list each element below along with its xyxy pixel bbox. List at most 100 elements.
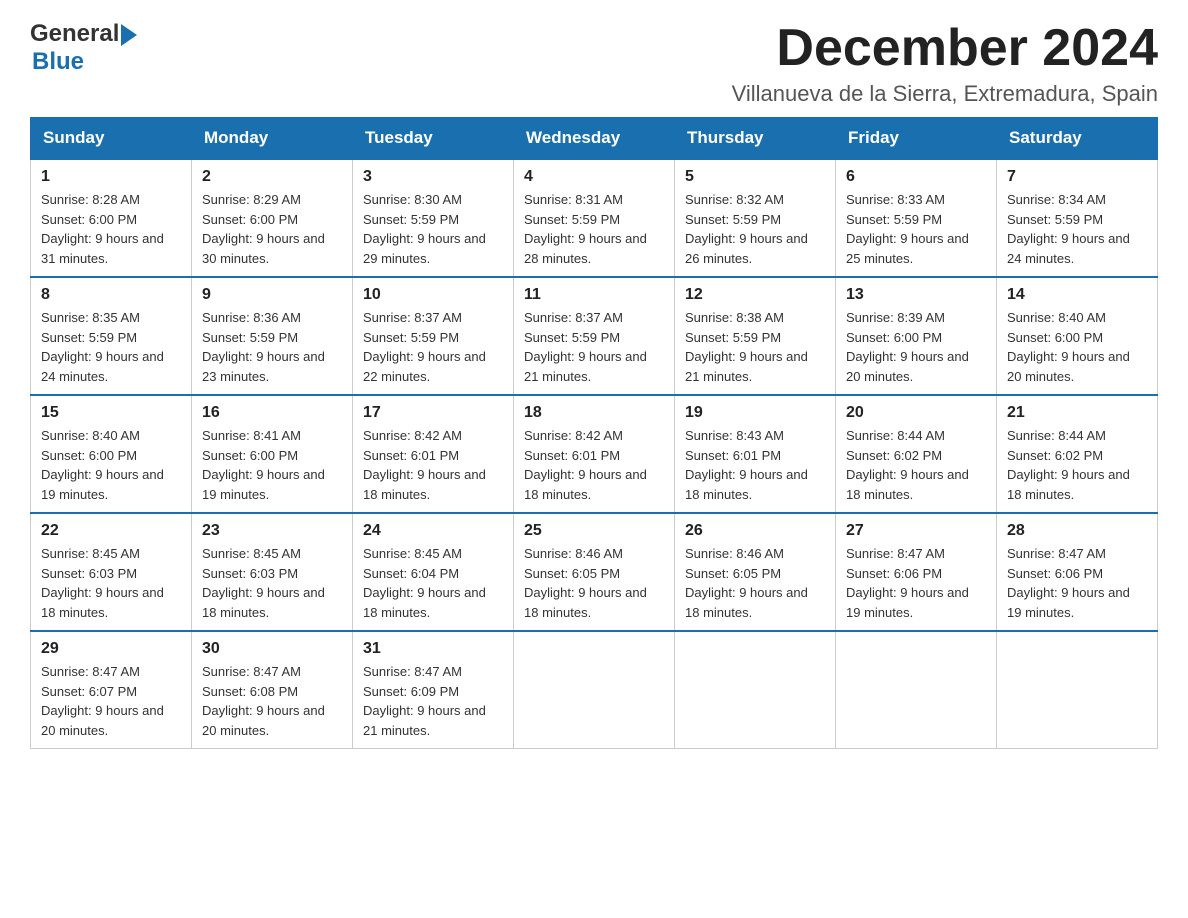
title-area: December 2024 Villanueva de la Sierra, E… (732, 20, 1158, 107)
calendar-cell: 13 Sunrise: 8:39 AM Sunset: 6:00 PM Dayl… (836, 277, 997, 395)
day-info: Sunrise: 8:44 AM Sunset: 6:02 PM Dayligh… (1007, 426, 1147, 504)
day-info: Sunrise: 8:38 AM Sunset: 5:59 PM Dayligh… (685, 308, 825, 386)
day-info: Sunrise: 8:45 AM Sunset: 6:03 PM Dayligh… (41, 544, 181, 622)
day-number: 13 (846, 286, 986, 304)
day-info: Sunrise: 8:28 AM Sunset: 6:00 PM Dayligh… (41, 190, 181, 268)
day-number: 29 (41, 640, 181, 658)
day-info: Sunrise: 8:43 AM Sunset: 6:01 PM Dayligh… (685, 426, 825, 504)
calendar-cell: 15 Sunrise: 8:40 AM Sunset: 6:00 PM Dayl… (31, 395, 192, 513)
day-info: Sunrise: 8:41 AM Sunset: 6:00 PM Dayligh… (202, 426, 342, 504)
logo-arrow-icon (121, 24, 137, 46)
weekday-header-sunday: Sunday (31, 118, 192, 160)
day-info: Sunrise: 8:47 AM Sunset: 6:08 PM Dayligh… (202, 662, 342, 740)
day-number: 5 (685, 168, 825, 186)
day-number: 9 (202, 286, 342, 304)
day-number: 8 (41, 286, 181, 304)
calendar-cell: 6 Sunrise: 8:33 AM Sunset: 5:59 PM Dayli… (836, 159, 997, 277)
calendar-header: SundayMondayTuesdayWednesdayThursdayFrid… (31, 118, 1158, 160)
calendar-cell: 17 Sunrise: 8:42 AM Sunset: 6:01 PM Dayl… (353, 395, 514, 513)
day-number: 31 (363, 640, 503, 658)
location-title: Villanueva de la Sierra, Extremadura, Sp… (732, 81, 1158, 107)
weekday-header-monday: Monday (192, 118, 353, 160)
day-number: 3 (363, 168, 503, 186)
calendar-cell: 4 Sunrise: 8:31 AM Sunset: 5:59 PM Dayli… (514, 159, 675, 277)
calendar-cell: 22 Sunrise: 8:45 AM Sunset: 6:03 PM Dayl… (31, 513, 192, 631)
calendar-cell: 16 Sunrise: 8:41 AM Sunset: 6:00 PM Dayl… (192, 395, 353, 513)
calendar-cell (514, 631, 675, 749)
day-number: 26 (685, 522, 825, 540)
day-info: Sunrise: 8:42 AM Sunset: 6:01 PM Dayligh… (524, 426, 664, 504)
day-number: 12 (685, 286, 825, 304)
day-info: Sunrise: 8:32 AM Sunset: 5:59 PM Dayligh… (685, 190, 825, 268)
day-number: 14 (1007, 286, 1147, 304)
day-info: Sunrise: 8:31 AM Sunset: 5:59 PM Dayligh… (524, 190, 664, 268)
day-info: Sunrise: 8:29 AM Sunset: 6:00 PM Dayligh… (202, 190, 342, 268)
day-number: 22 (41, 522, 181, 540)
calendar-cell: 31 Sunrise: 8:47 AM Sunset: 6:09 PM Dayl… (353, 631, 514, 749)
day-info: Sunrise: 8:46 AM Sunset: 6:05 PM Dayligh… (524, 544, 664, 622)
day-number: 30 (202, 640, 342, 658)
calendar-cell: 21 Sunrise: 8:44 AM Sunset: 6:02 PM Dayl… (997, 395, 1158, 513)
calendar-cell: 8 Sunrise: 8:35 AM Sunset: 5:59 PM Dayli… (31, 277, 192, 395)
calendar-cell: 11 Sunrise: 8:37 AM Sunset: 5:59 PM Dayl… (514, 277, 675, 395)
logo-general-text: General (30, 20, 119, 48)
day-number: 25 (524, 522, 664, 540)
weekday-header-wednesday: Wednesday (514, 118, 675, 160)
calendar-cell: 9 Sunrise: 8:36 AM Sunset: 5:59 PM Dayli… (192, 277, 353, 395)
calendar-cell: 10 Sunrise: 8:37 AM Sunset: 5:59 PM Dayl… (353, 277, 514, 395)
weekday-header-thursday: Thursday (675, 118, 836, 160)
calendar-cell: 27 Sunrise: 8:47 AM Sunset: 6:06 PM Dayl… (836, 513, 997, 631)
page-header: General Blue December 2024 Villanueva de… (30, 20, 1158, 107)
calendar-cell: 20 Sunrise: 8:44 AM Sunset: 6:02 PM Dayl… (836, 395, 997, 513)
day-number: 15 (41, 404, 181, 422)
calendar-week-2: 8 Sunrise: 8:35 AM Sunset: 5:59 PM Dayli… (31, 277, 1158, 395)
calendar-week-5: 29 Sunrise: 8:47 AM Sunset: 6:07 PM Dayl… (31, 631, 1158, 749)
day-number: 6 (846, 168, 986, 186)
day-number: 17 (363, 404, 503, 422)
day-number: 7 (1007, 168, 1147, 186)
month-title: December 2024 (732, 20, 1158, 77)
day-number: 23 (202, 522, 342, 540)
day-info: Sunrise: 8:40 AM Sunset: 6:00 PM Dayligh… (1007, 308, 1147, 386)
calendar-cell (997, 631, 1158, 749)
calendar-cell: 3 Sunrise: 8:30 AM Sunset: 5:59 PM Dayli… (353, 159, 514, 277)
logo: General Blue (30, 20, 137, 76)
weekday-header-saturday: Saturday (997, 118, 1158, 160)
day-number: 11 (524, 286, 664, 304)
day-number: 4 (524, 168, 664, 186)
day-number: 19 (685, 404, 825, 422)
day-number: 16 (202, 404, 342, 422)
day-info: Sunrise: 8:42 AM Sunset: 6:01 PM Dayligh… (363, 426, 503, 504)
calendar-week-1: 1 Sunrise: 8:28 AM Sunset: 6:00 PM Dayli… (31, 159, 1158, 277)
calendar-week-3: 15 Sunrise: 8:40 AM Sunset: 6:00 PM Dayl… (31, 395, 1158, 513)
calendar-cell: 19 Sunrise: 8:43 AM Sunset: 6:01 PM Dayl… (675, 395, 836, 513)
calendar-cell: 18 Sunrise: 8:42 AM Sunset: 6:01 PM Dayl… (514, 395, 675, 513)
calendar-cell: 25 Sunrise: 8:46 AM Sunset: 6:05 PM Dayl… (514, 513, 675, 631)
day-info: Sunrise: 8:44 AM Sunset: 6:02 PM Dayligh… (846, 426, 986, 504)
weekday-header-tuesday: Tuesday (353, 118, 514, 160)
calendar-table: SundayMondayTuesdayWednesdayThursdayFrid… (30, 117, 1158, 749)
calendar-cell (836, 631, 997, 749)
calendar-cell: 14 Sunrise: 8:40 AM Sunset: 6:00 PM Dayl… (997, 277, 1158, 395)
calendar-cell: 24 Sunrise: 8:45 AM Sunset: 6:04 PM Dayl… (353, 513, 514, 631)
day-info: Sunrise: 8:37 AM Sunset: 5:59 PM Dayligh… (524, 308, 664, 386)
logo-blue-text: Blue (32, 48, 84, 75)
calendar-week-4: 22 Sunrise: 8:45 AM Sunset: 6:03 PM Dayl… (31, 513, 1158, 631)
day-number: 2 (202, 168, 342, 186)
calendar-cell: 5 Sunrise: 8:32 AM Sunset: 5:59 PM Dayli… (675, 159, 836, 277)
calendar-cell: 30 Sunrise: 8:47 AM Sunset: 6:08 PM Dayl… (192, 631, 353, 749)
calendar-cell: 1 Sunrise: 8:28 AM Sunset: 6:00 PM Dayli… (31, 159, 192, 277)
day-info: Sunrise: 8:46 AM Sunset: 6:05 PM Dayligh… (685, 544, 825, 622)
day-info: Sunrise: 8:35 AM Sunset: 5:59 PM Dayligh… (41, 308, 181, 386)
day-number: 28 (1007, 522, 1147, 540)
calendar-cell: 2 Sunrise: 8:29 AM Sunset: 6:00 PM Dayli… (192, 159, 353, 277)
calendar-cell: 7 Sunrise: 8:34 AM Sunset: 5:59 PM Dayli… (997, 159, 1158, 277)
day-info: Sunrise: 8:47 AM Sunset: 6:06 PM Dayligh… (1007, 544, 1147, 622)
day-info: Sunrise: 8:36 AM Sunset: 5:59 PM Dayligh… (202, 308, 342, 386)
calendar-cell: 26 Sunrise: 8:46 AM Sunset: 6:05 PM Dayl… (675, 513, 836, 631)
day-number: 21 (1007, 404, 1147, 422)
calendar-cell (675, 631, 836, 749)
day-number: 1 (41, 168, 181, 186)
day-info: Sunrise: 8:47 AM Sunset: 6:07 PM Dayligh… (41, 662, 181, 740)
day-info: Sunrise: 8:45 AM Sunset: 6:03 PM Dayligh… (202, 544, 342, 622)
